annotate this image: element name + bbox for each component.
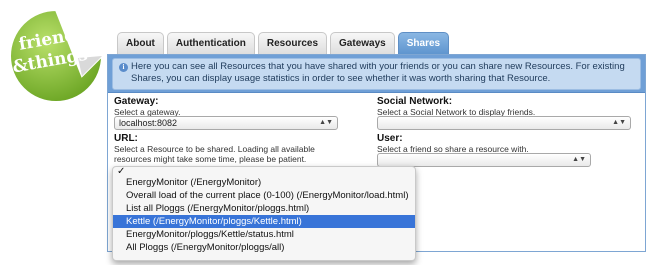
social-network-select[interactable]: ▲▼ bbox=[377, 116, 631, 130]
dropdown-item[interactable]: List all Ploggs (/EnergyMonitor/ploggs.h… bbox=[113, 202, 415, 215]
user-select[interactable]: ▲▼ bbox=[377, 153, 591, 167]
gateway-label: Gateway: bbox=[114, 96, 159, 107]
dropdown-item[interactable]: EnergyMonitor/ploggs/Kettle/status.html bbox=[113, 228, 415, 241]
info-icon: i bbox=[119, 63, 128, 72]
logo: friends &things bbox=[6, 6, 106, 106]
dropdown-item[interactable]: EnergyMonitor (/EnergyMonitor) bbox=[113, 176, 415, 189]
dropdown-item-highlighted[interactable]: Kettle (/EnergyMonitor/ploggs/Kettle.htm… bbox=[113, 215, 415, 228]
tab-bar: About Authentication Resources Gateways … bbox=[117, 32, 452, 54]
select-arrows-icon: ▲▼ bbox=[612, 119, 626, 126]
info-text: Here you can see all Resources that you … bbox=[131, 61, 625, 84]
social-network-label: Social Network: bbox=[377, 96, 453, 107]
url-dropdown-menu[interactable]: ✓ EnergyMonitor (/EnergyMonitor) Overall… bbox=[112, 166, 416, 261]
url-label: URL: bbox=[114, 133, 138, 144]
logo-badge: friends &things bbox=[9, 8, 104, 103]
tab-resources[interactable]: Resources bbox=[257, 32, 328, 54]
info-banner: i Here you can see all Resources that yo… bbox=[108, 55, 645, 93]
tab-gateways[interactable]: Gateways bbox=[330, 32, 395, 54]
tab-shares[interactable]: Shares bbox=[397, 32, 450, 54]
gateway-select[interactable]: localhost:8082 ▲▼ bbox=[114, 116, 338, 130]
gateway-value: localhost:8082 bbox=[119, 118, 178, 128]
dropdown-item[interactable]: All Ploggs (/EnergyMonitor/ploggs/all) bbox=[113, 241, 415, 254]
select-arrows-icon: ▲▼ bbox=[572, 156, 586, 163]
tab-authentication[interactable]: Authentication bbox=[166, 32, 255, 54]
info-box: i Here you can see all Resources that yo… bbox=[112, 58, 641, 90]
url-hint: Select a Resource to be shared. Loading … bbox=[114, 144, 315, 164]
user-label: User: bbox=[377, 133, 403, 144]
select-arrows-icon: ▲▼ bbox=[319, 119, 333, 126]
tab-about[interactable]: About bbox=[117, 32, 164, 54]
dropdown-item[interactable]: Overall load of the current place (0-100… bbox=[113, 189, 415, 202]
